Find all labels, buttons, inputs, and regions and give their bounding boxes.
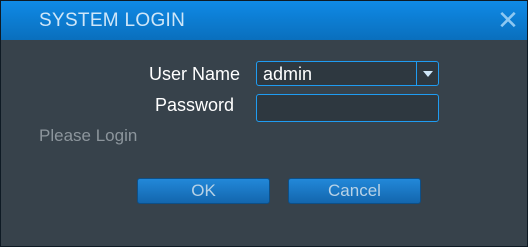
ok-button[interactable]: OK: [137, 178, 270, 204]
title-bar[interactable]: SYSTEM LOGIN ✕: [1, 1, 527, 40]
username-label: User Name: [148, 64, 240, 84]
chevron-down-icon[interactable]: [416, 62, 438, 85]
login-dialog: SYSTEM LOGIN ✕ User Name admin Password …: [0, 0, 528, 247]
close-icon[interactable]: ✕: [495, 7, 521, 33]
username-dropdown[interactable]: admin: [256, 61, 439, 86]
cancel-button[interactable]: Cancel: [288, 178, 421, 204]
password-label: Password: [154, 95, 234, 115]
username-value: admin: [263, 64, 313, 84]
password-field[interactable]: [256, 94, 439, 122]
status-message: Please Login: [39, 126, 138, 145]
dialog-title: SYSTEM LOGIN: [39, 10, 186, 31]
